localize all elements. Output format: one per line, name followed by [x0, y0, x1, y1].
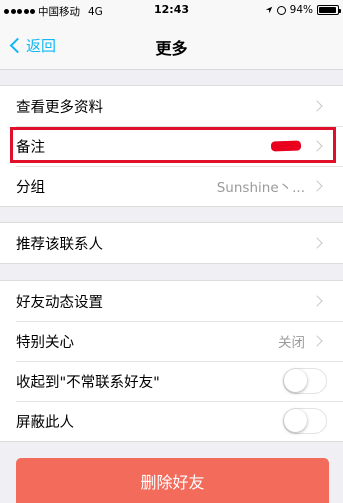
remark-row[interactable]: 备注 [0, 126, 343, 166]
page-title: 更多 [155, 39, 188, 58]
collapse-friend-toggle[interactable] [283, 368, 327, 394]
block-person-row: 屏蔽此人 [0, 401, 343, 441]
status-right: 94% [265, 4, 341, 16]
special-care-value: 关闭 [278, 335, 305, 351]
settings-group: 好友动态设置 特别关心 关闭 收起到"不常联系好友" 屏蔽此人 [0, 280, 343, 442]
chevron-right-icon [311, 180, 323, 192]
navigation-bar: 返回 更多 [0, 20, 343, 70]
group-row[interactable]: 分组 Sunshine丶... [0, 166, 343, 206]
recommend-contact-label: 推荐该联系人 [16, 236, 103, 253]
location-arrow-icon [265, 6, 272, 14]
chevron-right-icon [311, 237, 323, 249]
chevron-right-icon [311, 335, 323, 347]
feed-settings-label: 好友动态设置 [16, 294, 103, 311]
alarm-icon [276, 5, 286, 15]
toggle-knob [284, 369, 307, 392]
collapse-friend-label: 收起到"不常联系好友" [16, 374, 160, 391]
recommend-contact-row[interactable]: 推荐该联系人 [0, 223, 343, 263]
view-more-info-row[interactable]: 查看更多资料 [0, 86, 343, 126]
feed-settings-row[interactable]: 好友动态设置 [0, 281, 343, 321]
recommend-group: 推荐该联系人 [0, 222, 343, 264]
group-label: 分组 [16, 179, 45, 196]
redacted-remark-value [270, 140, 302, 152]
block-person-toggle[interactable] [283, 408, 327, 434]
status-bar: 中国移动 4G 12:43 94% [0, 0, 343, 20]
battery-percent: 94% [289, 4, 313, 16]
collapse-friend-row: 收起到"不常联系好友" [0, 361, 343, 401]
battery-icon [317, 5, 341, 15]
special-care-label: 特别关心 [16, 334, 74, 351]
group-value: Sunshine丶... [216, 180, 305, 196]
chevron-right-icon [311, 100, 323, 112]
toggle-knob [284, 409, 307, 432]
chevron-right-icon [311, 140, 323, 152]
delete-friend-button[interactable]: 删除好友 [16, 458, 329, 503]
chevron-right-icon [311, 295, 323, 307]
remark-label: 备注 [16, 139, 45, 156]
special-care-row[interactable]: 特别关心 关闭 [0, 321, 343, 361]
block-person-label: 屏蔽此人 [16, 414, 74, 431]
view-more-info-label: 查看更多资料 [16, 99, 103, 116]
profile-group: 查看更多资料 备注 分组 Sunshine丶... [0, 85, 343, 207]
